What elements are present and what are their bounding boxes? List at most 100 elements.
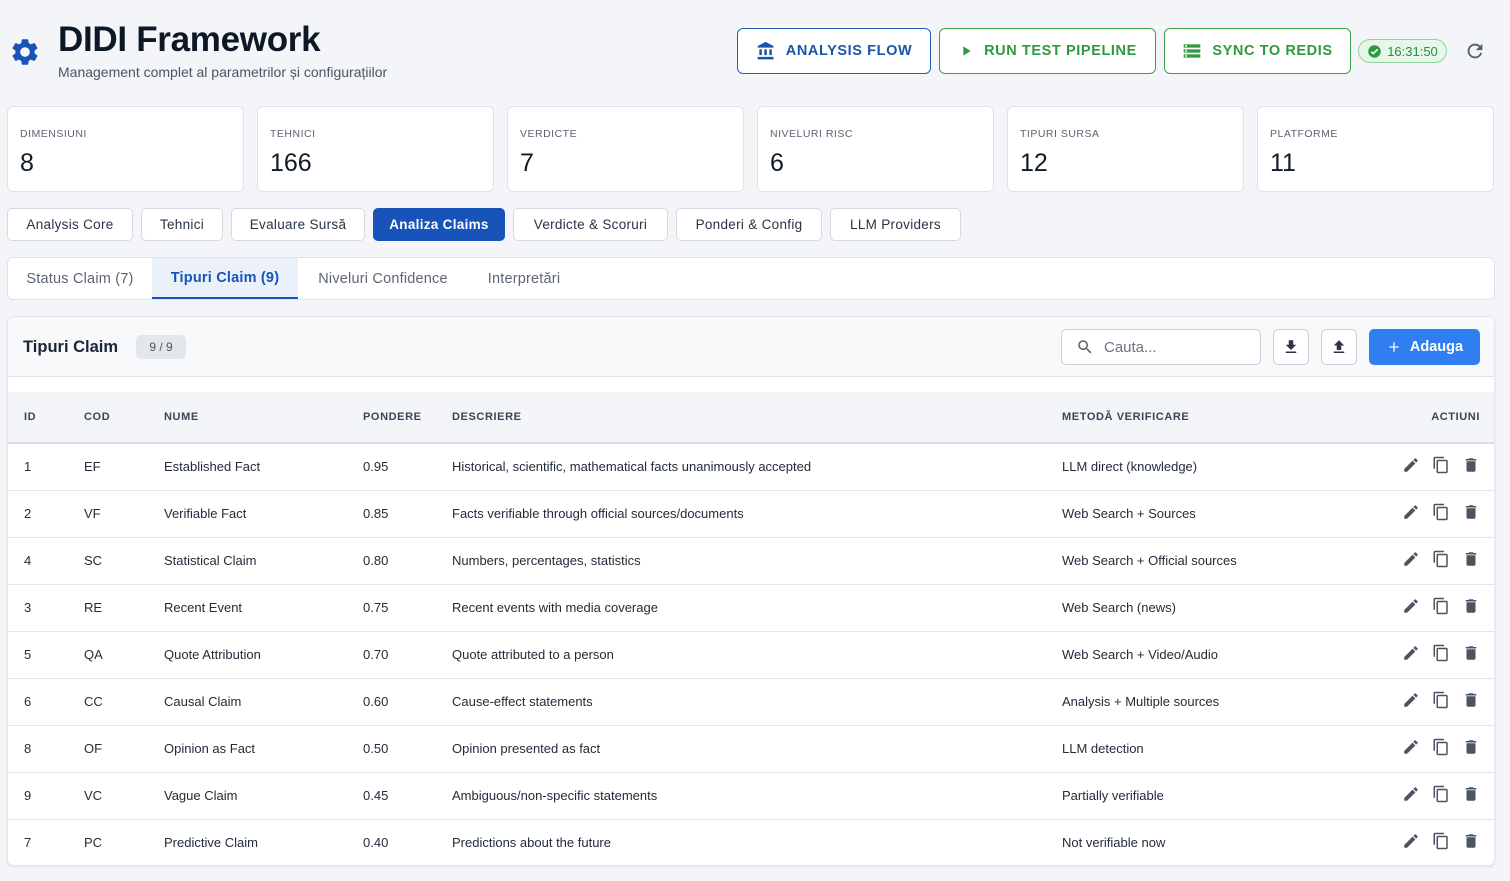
table-row[interactable]: 8 OF Opinion as Fact 0.50 Opinion presented … <box>8 725 1494 773</box>
refresh-icon[interactable] <box>1464 40 1486 62</box>
stat-value: 12 <box>1020 149 1048 177</box>
delete-icon[interactable] <box>1462 644 1480 662</box>
delete-icon[interactable] <box>1462 691 1480 709</box>
stat-card-dimensiuni: DIMENSIUNI 8 <box>7 106 244 192</box>
stat-value: 7 <box>520 149 534 177</box>
cell-pondere: 0.80 <box>363 537 452 585</box>
header-cod[interactable]: COD <box>84 392 164 444</box>
row-actions <box>1402 691 1480 709</box>
app-title: DIDI Framework <box>58 20 321 59</box>
table-row[interactable]: 3 RE Recent Event 0.75 Recent events with me… <box>8 584 1494 632</box>
cell-id: 5 <box>8 631 84 679</box>
copy-icon[interactable] <box>1432 785 1450 803</box>
copy-icon[interactable] <box>1432 456 1450 474</box>
tab-analiza-claims[interactable]: Analiza Claims <box>373 208 505 241</box>
copy-icon[interactable] <box>1432 503 1450 521</box>
play-icon <box>963 46 971 56</box>
run-test-pipeline-label: RUN TEST PIPELINE <box>984 43 1137 59</box>
copy-icon[interactable] <box>1432 832 1450 850</box>
cell-cod: OF <box>84 725 164 773</box>
edit-icon[interactable] <box>1402 644 1420 662</box>
header-metoda[interactable]: METODĂ VERIFICARE <box>1062 392 1362 444</box>
table-row[interactable]: 9 VC Vague Claim 0.45 Ambiguous/non-specific… <box>8 772 1494 820</box>
cell-actions <box>1362 443 1494 491</box>
copy-icon[interactable] <box>1432 597 1450 615</box>
delete-icon[interactable] <box>1462 785 1480 803</box>
delete-icon[interactable] <box>1462 832 1480 850</box>
sync-to-redis-button[interactable]: SYNC TO REDIS <box>1164 28 1351 74</box>
cell-id: 6 <box>8 678 84 726</box>
search-input[interactable] <box>1104 338 1244 356</box>
cell-nume: Predictive Claim <box>164 819 363 865</box>
edit-icon[interactable] <box>1402 456 1420 474</box>
tab-verdicte-scoruri[interactable]: Verdicte & Scoruri <box>513 208 668 241</box>
delete-icon[interactable] <box>1462 738 1480 756</box>
status-time-badge: 16:31:50 <box>1358 39 1447 63</box>
edit-icon[interactable] <box>1402 597 1420 615</box>
copy-icon[interactable] <box>1432 691 1450 709</box>
delete-icon[interactable] <box>1462 550 1480 568</box>
stat-card-niveluri-risc: NIVELURI RISC 6 <box>757 106 994 192</box>
run-test-pipeline-button[interactable]: RUN TEST PIPELINE <box>939 28 1156 74</box>
table-row[interactable]: 5 QA Quote Attribution 0.70 Quote attributed… <box>8 631 1494 679</box>
header-descriere[interactable]: DESCRIERE <box>452 392 1062 444</box>
delete-icon[interactable] <box>1462 503 1480 521</box>
app-subtitle: Management complet al parametrilor și co… <box>58 64 388 80</box>
table-row[interactable]: 6 CC Causal Claim 0.60 Cause-effect statemen… <box>8 678 1494 726</box>
edit-icon[interactable] <box>1402 550 1420 568</box>
stat-label: VERDICTE <box>520 128 578 140</box>
search-field[interactable] <box>1061 329 1261 365</box>
row-actions <box>1402 738 1480 756</box>
edit-icon[interactable] <box>1402 738 1420 756</box>
header-pondere[interactable]: PONDERE <box>363 392 452 444</box>
tab-analysis-core[interactable]: Analysis Core <box>7 208 133 241</box>
upload-button[interactable] <box>1321 329 1357 365</box>
analysis-flow-button[interactable]: ANALYSIS FLOW <box>737 28 931 74</box>
tab-ponderi-config[interactable]: Ponderi & Config <box>676 208 822 241</box>
edit-icon[interactable] <box>1402 691 1420 709</box>
subtab-interpretari[interactable]: Interpretări <box>468 258 580 299</box>
claim-types-panel: Tipuri Claim 9 / 9 Adauga ID COD NUME PO… <box>7 316 1495 866</box>
status-time: 16:31:50 <box>1387 43 1438 59</box>
table-row[interactable]: 1 EF Established Fact 0.95 Historical, scien… <box>8 443 1494 491</box>
plus-icon <box>1389 342 1399 352</box>
row-actions <box>1402 550 1480 568</box>
panel-title: Tipuri Claim <box>23 338 119 356</box>
cell-metoda: Analysis + Multiple sources <box>1062 678 1362 726</box>
header-nume[interactable]: NUME <box>164 392 363 444</box>
cell-cod: RE <box>84 584 164 632</box>
add-button[interactable]: Adauga <box>1369 329 1480 365</box>
delete-icon[interactable] <box>1462 597 1480 615</box>
cell-cod: SC <box>84 537 164 585</box>
subtab-status-claim[interactable]: Status Claim (7) <box>8 258 152 299</box>
delete-icon[interactable] <box>1462 456 1480 474</box>
header-id[interactable]: ID <box>8 392 84 444</box>
cell-descriere: Ambiguous/non-specific statements <box>452 772 1062 820</box>
cell-descriere: Numbers, percentages, statistics <box>452 537 1062 585</box>
cell-actions <box>1362 678 1494 726</box>
table-row[interactable]: 4 SC Statistical Claim 0.80 Numbers, percent… <box>8 537 1494 585</box>
download-button[interactable] <box>1273 329 1309 365</box>
edit-icon[interactable] <box>1402 785 1420 803</box>
edit-icon[interactable] <box>1402 832 1420 850</box>
subtab-tipuri-claim[interactable]: Tipuri Claim (9) <box>152 258 298 299</box>
cell-id: 4 <box>8 537 84 585</box>
table-row[interactable]: 7 PC Predictive Claim 0.40 Predictions about… <box>8 819 1494 865</box>
tab-tehnici[interactable]: Tehnici <box>141 208 223 241</box>
tab-evaluare-sursa[interactable]: Evaluare Sursă <box>231 208 365 241</box>
edit-icon[interactable] <box>1402 503 1420 521</box>
copy-icon[interactable] <box>1432 550 1450 568</box>
cell-descriere: Predictions about the future <box>452 819 1062 865</box>
copy-icon[interactable] <box>1432 738 1450 756</box>
cell-actions <box>1362 490 1494 538</box>
cell-descriere: Historical, scientific, mathematical fac… <box>452 443 1062 491</box>
cell-metoda: Not verifiable now <box>1062 819 1362 865</box>
cell-pondere: 0.75 <box>363 584 452 632</box>
tab-llm-providers[interactable]: LLM Providers <box>830 208 961 241</box>
copy-icon[interactable] <box>1432 644 1450 662</box>
table-row[interactable]: 2 VF Verifiable Fact 0.85 Facts verifiable t… <box>8 490 1494 538</box>
row-actions <box>1402 503 1480 521</box>
cell-pondere: 0.85 <box>363 490 452 538</box>
upload-icon <box>1333 340 1345 353</box>
subtab-niveluri-confidence[interactable]: Niveluri Confidence <box>298 258 468 299</box>
